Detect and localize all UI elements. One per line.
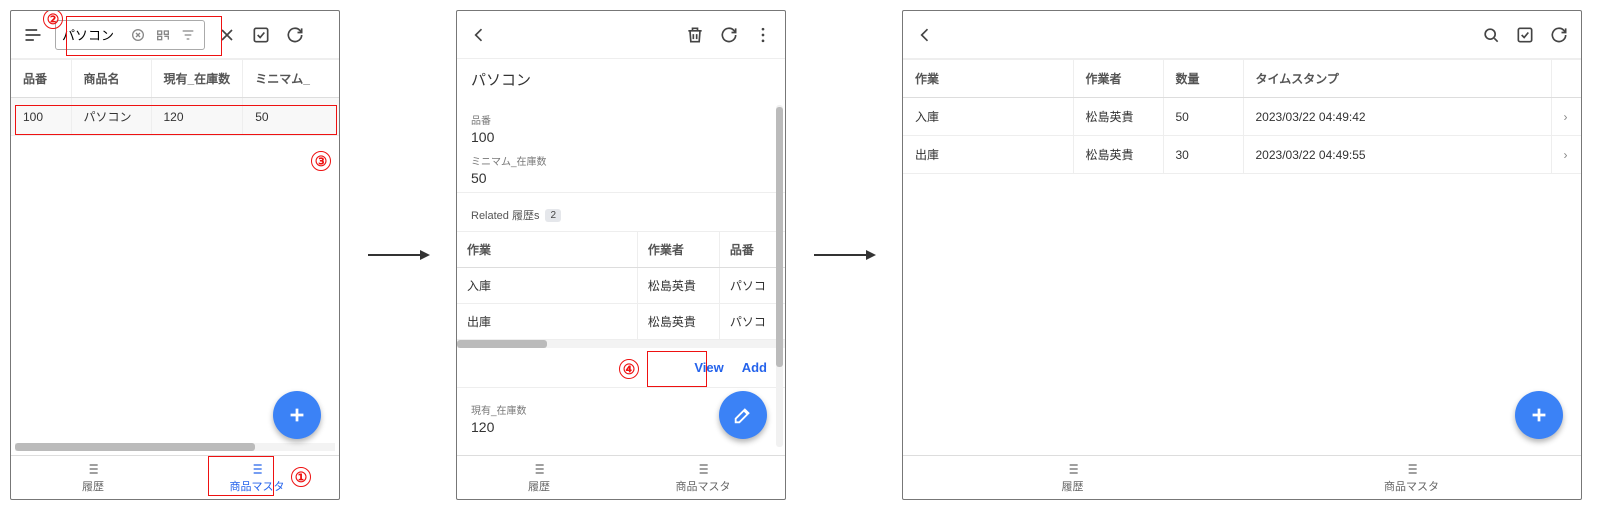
refresh-icon[interactable] (283, 23, 307, 47)
related-table: 作業 作業者 品番 入庫松島英貴パソコ 出庫松島英貴パソコ (457, 231, 785, 340)
search-input-box[interactable] (55, 20, 205, 50)
search-input[interactable] (62, 25, 122, 44)
add-fab[interactable] (1515, 391, 1563, 439)
col-header: 作業者 (637, 232, 719, 268)
history-table: 作業 作業者 数量 タイムスタンプ 入庫松島英貴502023/03/22 04:… (903, 59, 1581, 174)
view-button[interactable]: View (694, 360, 723, 375)
field-value: 100 (471, 129, 771, 145)
flow-arrow (368, 254, 428, 256)
edit-fab[interactable] (719, 391, 767, 439)
panel-search-list: 品番 商品名 現有_在庫数 ミニマム_ 100 パソコン 120 50 履歴 (10, 10, 340, 500)
related-count: 2 (545, 209, 561, 222)
menu-icon[interactable] (21, 23, 45, 47)
clear-icon[interactable] (128, 23, 147, 47)
panel-history: 作業 作業者 数量 タイムスタンプ 入庫松島英貴502023/03/22 04:… (902, 10, 1582, 500)
tab-label: 履歴 (1062, 478, 1084, 494)
tab-label: 履歴 (82, 478, 104, 494)
filter-icon[interactable] (179, 23, 198, 47)
tab-history[interactable]: 履歴 (11, 456, 175, 499)
tab-history[interactable]: 履歴 (903, 456, 1242, 499)
detail-title: パソコン (457, 59, 785, 96)
barcode-icon[interactable] (153, 23, 172, 47)
tab-label: 商品マスタ (1384, 478, 1439, 494)
select-icon[interactable] (1513, 23, 1537, 47)
close-icon[interactable] (215, 23, 239, 47)
back-icon[interactable] (913, 23, 937, 47)
tab-label: 商品マスタ (676, 478, 731, 494)
result-table: 品番 商品名 現有_在庫数 ミニマム_ 100 パソコン 120 50 (11, 59, 339, 136)
col-header: 品番 (11, 60, 71, 98)
table-row[interactable]: 100 パソコン 120 50 (11, 98, 339, 136)
col-header: 数量 (1163, 60, 1243, 98)
field-label: ミニマム_在庫数 (471, 153, 771, 168)
table-row[interactable]: 出庫松島英貴302023/03/22 04:49:55 › (903, 136, 1581, 174)
tab-history[interactable]: 履歴 (457, 456, 621, 499)
add-button[interactable]: Add (742, 360, 767, 375)
col-header: 作業 (457, 232, 637, 268)
delete-icon[interactable] (683, 23, 707, 47)
tab-label: 履歴 (528, 478, 550, 494)
table-row[interactable]: 入庫松島英貴パソコ (457, 268, 785, 304)
col-header: 作業者 (1073, 60, 1163, 98)
flow-arrow (814, 254, 874, 256)
col-header: 現有_在庫数 (151, 60, 243, 98)
col-header (1551, 60, 1581, 98)
table-row[interactable]: 入庫松島英貴502023/03/22 04:49:42 › (903, 98, 1581, 136)
scrollbar[interactable] (776, 105, 783, 447)
tab-master[interactable]: 商品マスタ (1242, 456, 1581, 499)
panel-detail: パソコン 品番 100 ミニマム_在庫数 50 Related 履歴s 2 作業… (456, 10, 786, 500)
search-icon[interactable] (1479, 23, 1503, 47)
tab-label: 商品マスタ (230, 478, 285, 494)
col-header: 作業 (903, 60, 1073, 98)
add-fab[interactable] (273, 391, 321, 439)
tab-master[interactable]: 商品マスタ (621, 456, 785, 499)
table-row[interactable]: 出庫松島英貴パソコ (457, 304, 785, 340)
col-header: ミニマム_ (243, 60, 339, 98)
refresh-icon[interactable] (1547, 23, 1571, 47)
back-icon[interactable] (467, 23, 491, 47)
col-header: タイムスタンプ (1243, 60, 1551, 98)
select-icon[interactable] (249, 23, 273, 47)
chevron-right-icon: › (1551, 98, 1581, 136)
field-label: 品番 (471, 112, 771, 127)
col-header: 商品名 (71, 60, 151, 98)
refresh-icon[interactable] (717, 23, 741, 47)
more-icon[interactable] (751, 23, 775, 47)
related-label: Related 履歴s (471, 207, 539, 223)
chevron-right-icon: › (1551, 136, 1581, 174)
tab-master[interactable]: 商品マスタ (175, 456, 339, 499)
field-value: 50 (471, 170, 771, 186)
